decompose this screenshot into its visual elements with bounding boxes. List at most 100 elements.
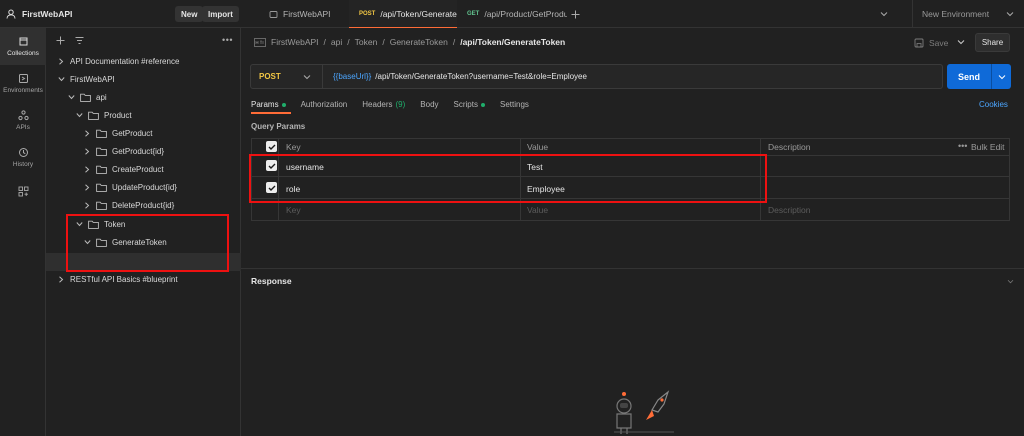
send-options-button[interactable] <box>992 64 1011 89</box>
method-label: POST <box>259 72 281 81</box>
collapse-chevron-icon[interactable] <box>1007 279 1014 284</box>
chevron-down-icon <box>998 74 1006 80</box>
method-selector[interactable]: POST <box>251 65 323 88</box>
rail-item-environments[interactable]: Environments <box>0 65 46 102</box>
highlight-annotation <box>249 154 767 203</box>
tree-item[interactable]: FirstWebAPI <box>46 70 241 88</box>
tab-settings[interactable]: Settings <box>500 100 529 109</box>
cookies-link[interactable]: Cookies <box>979 100 1008 109</box>
tree-item-label: UpdateProduct{id} <box>112 182 177 192</box>
save-options-chevron-icon[interactable] <box>957 39 965 45</box>
tree-item[interactable]: Product <box>46 106 241 124</box>
breadcrumb-item[interactable]: FirstWebAPI <box>271 37 319 47</box>
astronaut-rocket-illustration <box>610 388 676 436</box>
chevron-down-icon[interactable] <box>74 112 84 118</box>
tab-firstwebapi[interactable]: FirstWebAPI <box>259 0 349 28</box>
plus-icon[interactable] <box>56 36 65 45</box>
grid-line <box>251 138 1010 139</box>
new-tab-button[interactable] <box>567 0 589 28</box>
grid-line <box>1009 138 1010 221</box>
url-input[interactable]: {{baseUrl}} /api/Token/GenerateToken?use… <box>323 72 587 81</box>
tab-label: Authorization <box>300 100 348 109</box>
tree-item[interactable]: api <box>46 88 241 106</box>
tree-item[interactable]: GetProduct{id} <box>46 142 241 160</box>
tab-params[interactable]: Params <box>251 100 286 109</box>
chevron-right-icon[interactable] <box>82 183 92 191</box>
column-header-key: Key <box>286 142 301 152</box>
chevron-down-icon[interactable] <box>56 76 66 82</box>
tree-item[interactable]: DeleteProduct{id} <box>46 196 241 214</box>
chevron-right-icon[interactable] <box>82 165 92 173</box>
tab-overflow-button[interactable] <box>880 0 888 28</box>
http-icon <box>254 37 266 47</box>
folder-icon <box>96 183 107 192</box>
collection-icon <box>269 10 278 19</box>
bulk-edit-button[interactable]: Bulk Edit <box>971 142 1005 152</box>
new-param-description-input[interactable]: Description <box>768 205 811 215</box>
import-button[interactable]: Import <box>202 6 239 22</box>
rail-item-history[interactable]: History <box>0 139 46 176</box>
tab-label: FirstWebAPI <box>283 9 331 19</box>
filter-icon[interactable] <box>75 36 84 45</box>
send-button[interactable]: Send <box>947 64 991 89</box>
tree-item-label: GetProduct <box>112 128 153 138</box>
tab-get-product[interactable]: GET /api/Product/GetProduc <box>457 0 567 28</box>
environment-label: New Environment <box>922 9 990 19</box>
chevron-right-icon[interactable] <box>82 129 92 137</box>
chevron-right-icon[interactable] <box>56 275 66 283</box>
highlight-annotation <box>66 214 229 272</box>
chevron-right-icon[interactable] <box>56 57 66 65</box>
environment-selector[interactable]: New Environment <box>913 0 1024 28</box>
chevron-down-icon[interactable] <box>66 94 76 100</box>
share-button[interactable]: Share <box>975 33 1010 52</box>
chevron-down-icon <box>303 74 311 80</box>
breadcrumb-item[interactable]: api <box>331 37 342 47</box>
tab-scripts[interactable]: Scripts <box>454 100 485 109</box>
more-icon[interactable]: ••• <box>222 35 233 45</box>
workspace-header: FirstWebAPI New Import <box>0 0 241 28</box>
left-rail: Collections Environments APIs History <box>0 28 46 436</box>
user-icon[interactable] <box>6 9 16 19</box>
chevron-down-icon <box>880 11 888 17</box>
folder-icon <box>80 93 91 102</box>
chevron-right-icon[interactable] <box>82 147 92 155</box>
breadcrumb-separator: / <box>382 37 385 47</box>
tree-item-label: API Documentation #reference <box>70 56 180 66</box>
new-button[interactable]: New <box>175 6 204 22</box>
column-header-value: Value <box>527 142 549 152</box>
new-param-value-input[interactable]: Value <box>527 205 548 215</box>
tab-headers[interactable]: Headers (9) <box>362 100 405 109</box>
chevron-right-icon[interactable] <box>82 201 92 209</box>
tree-item-label: FirstWebAPI <box>70 74 115 84</box>
rail-item-apis[interactable]: APIs <box>0 102 46 139</box>
tab-label: Params <box>251 100 279 109</box>
tab-authorization[interactable]: Authorization <box>301 100 348 109</box>
new-param-key-input[interactable]: Key <box>286 205 301 215</box>
folder-icon <box>96 147 107 156</box>
url-variable: {{baseUrl}} <box>333 72 372 81</box>
tab-label: /api/Product/GetProduc <box>484 9 567 19</box>
url-path: /api/Token/GenerateToken?username=Test&r… <box>375 72 587 81</box>
send-button-group: Send <box>947 64 1011 89</box>
method-badge: GET <box>467 11 480 17</box>
rail-item-configure[interactable] <box>0 176 46 206</box>
rail-item-collections[interactable]: Collections <box>0 28 46 65</box>
tree-item-label: api <box>96 92 107 102</box>
tree-item[interactable]: GetProduct <box>46 124 241 142</box>
save-button[interactable]: Save <box>914 35 948 51</box>
breadcrumb-item[interactable]: GenerateToken <box>390 37 448 47</box>
tree-item[interactable]: RESTful API Basics #blueprint <box>46 270 241 288</box>
top-bar: FirstWebAPI New Import FirstWebAPI POST … <box>0 0 1024 28</box>
tab-body[interactable]: Body <box>420 100 438 109</box>
environments-icon <box>18 73 29 84</box>
more-icon[interactable]: ••• <box>958 141 967 151</box>
tree-item[interactable]: UpdateProduct{id} <box>46 178 241 196</box>
rail-label: APIs <box>16 124 30 131</box>
tree-item[interactable]: API Documentation #reference <box>46 52 241 70</box>
tab-label: Scripts <box>453 100 478 109</box>
workspace-name[interactable]: FirstWebAPI <box>22 9 72 19</box>
tab-post-generate-token[interactable]: POST /api/Token/GenerateTo <box>349 0 457 28</box>
breadcrumb-item[interactable]: Token <box>355 37 378 47</box>
tree-item[interactable]: CreateProduct <box>46 160 241 178</box>
select-all-checkbox[interactable] <box>266 141 277 152</box>
